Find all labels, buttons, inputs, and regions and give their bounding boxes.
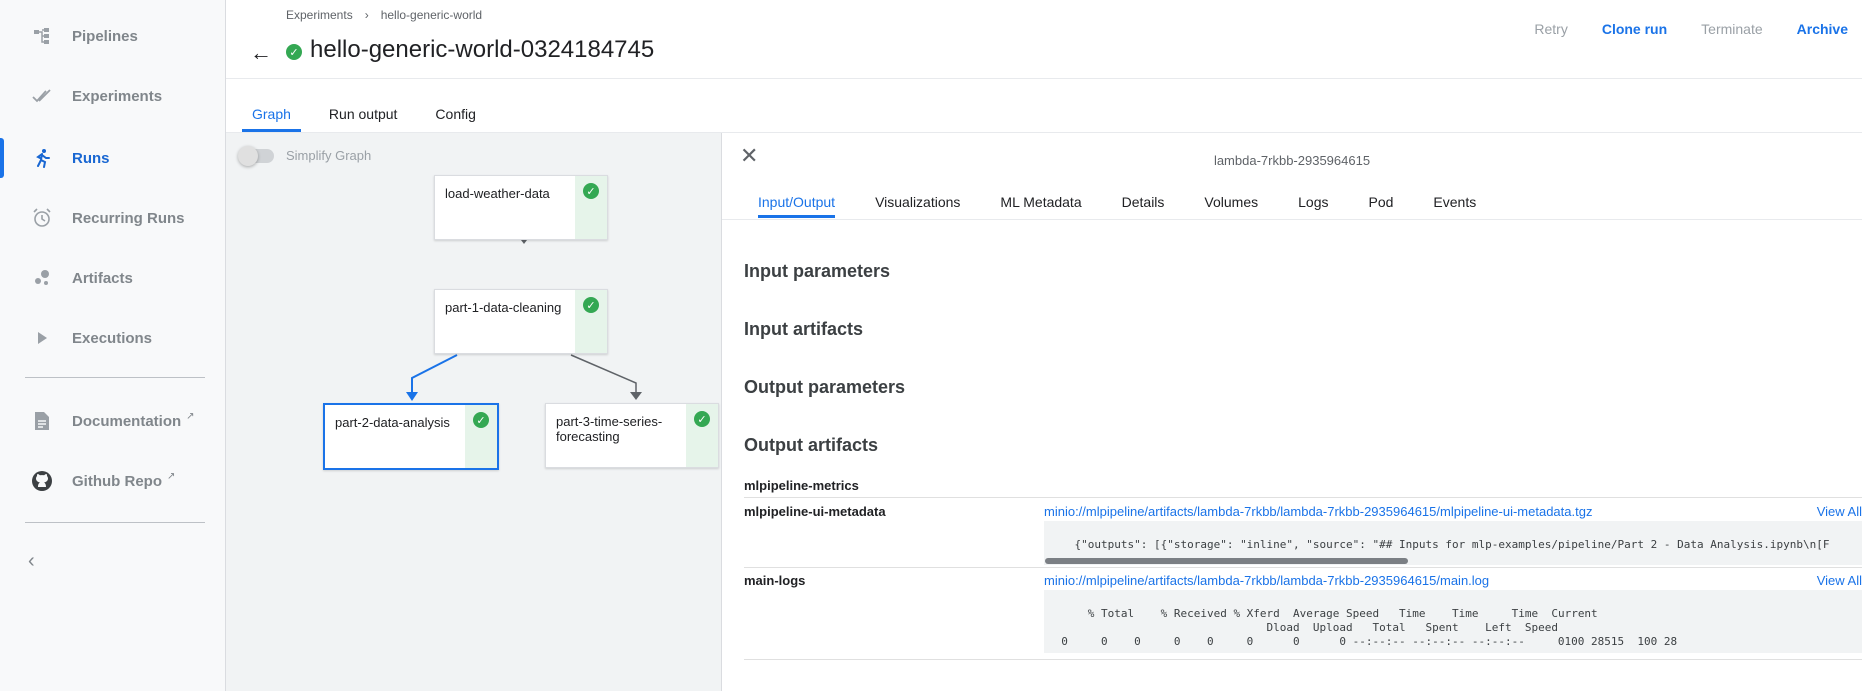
- breadcrumb-separator: ›: [364, 8, 369, 22]
- breadcrumb-experiments[interactable]: Experiments: [286, 8, 353, 22]
- clone-run-button[interactable]: Clone run: [1602, 21, 1667, 37]
- section-output-artifacts: Output artifacts: [744, 435, 879, 455]
- header-divider: [226, 78, 1862, 79]
- tab-events[interactable]: Events: [1433, 194, 1476, 218]
- tab-input-output[interactable]: Input/Output: [758, 194, 836, 218]
- tab-visualizations[interactable]: Visualizations: [875, 194, 960, 218]
- sidebar-divider: [25, 522, 205, 523]
- archive-button[interactable]: Archive: [1797, 21, 1848, 37]
- artifact-name: mlpipeline-ui-metadata: [744, 504, 886, 519]
- node-label: load-weather-data: [445, 186, 550, 201]
- collapse-sidebar-icon[interactable]: ‹: [28, 550, 35, 573]
- retry-button[interactable]: Retry: [1534, 21, 1567, 37]
- artifact-name: mlpipeline-metrics: [744, 478, 859, 493]
- view-all-link[interactable]: View All: [1817, 504, 1862, 519]
- artifact-preview: % Total % Received % Xferd Average Speed…: [1044, 590, 1862, 653]
- success-check-icon: ✓: [473, 412, 489, 428]
- graph-canvas[interactable]: Simplify Graph load-weather-data ✓ part-…: [226, 133, 721, 691]
- sidebar-item-label: Artifacts: [72, 269, 133, 287]
- tab-logs[interactable]: Logs: [1298, 194, 1328, 218]
- tab-details[interactable]: Details: [1122, 194, 1165, 218]
- runs-icon: [30, 146, 54, 170]
- sidebar-item-artifacts[interactable]: Artifacts: [0, 254, 225, 302]
- row-divider: [744, 567, 1862, 568]
- artifact-name: main-logs: [744, 573, 806, 588]
- graph-node-load-weather-data[interactable]: load-weather-data ✓: [434, 175, 608, 240]
- node-label: part-2-data-analysis: [335, 415, 450, 430]
- section-output-parameters: Output parameters: [744, 377, 906, 397]
- tab-pod[interactable]: Pod: [1368, 194, 1393, 218]
- node-status: ✓: [575, 290, 607, 353]
- run-tabs: Graph Run output Config: [242, 106, 476, 132]
- tab-ml-metadata[interactable]: ML Metadata: [1000, 194, 1081, 218]
- node-label: part-3-time-series-forecasting: [556, 414, 663, 444]
- success-check-icon: ✓: [583, 183, 599, 199]
- back-arrow-icon[interactable]: ←: [250, 40, 272, 66]
- node-details-panel: ✕ lambda-7rkbb-2935964615 Input/Output V…: [721, 133, 1862, 691]
- sidebar-item-label: Experiments: [72, 87, 163, 105]
- sidebar: Pipelines Experiments Runs Recurring Run…: [0, 0, 226, 691]
- sidebar-item-pipelines[interactable]: Pipelines: [0, 12, 225, 60]
- row-divider: [744, 497, 1862, 498]
- tab-graph[interactable]: Graph: [242, 106, 301, 132]
- sidebar-item-label: Github Repo: [72, 472, 162, 490]
- panel-tabs: Input/Output Visualizations ML Metadata …: [758, 194, 1476, 218]
- external-link-icon: ↗: [167, 470, 176, 482]
- node-status: ✓: [686, 404, 718, 467]
- view-all-link[interactable]: View All: [1817, 573, 1862, 588]
- success-check-icon: ✓: [694, 411, 710, 427]
- section-input-parameters: Input parameters: [744, 261, 891, 281]
- sidebar-link-github[interactable]: Github Repo ↗: [0, 457, 225, 505]
- horizontal-scrollbar[interactable]: [1045, 558, 1408, 564]
- sidebar-divider: [25, 377, 205, 378]
- sidebar-item-label: Pipelines: [72, 27, 138, 45]
- edge-part1-to-part2: [411, 354, 458, 395]
- breadcrumb: Experiments › hello-generic-world: [286, 8, 482, 22]
- alarm-icon: [30, 206, 54, 230]
- success-check-icon: ✓: [583, 297, 599, 313]
- graph-node-part-2-data-analysis[interactable]: part-2-data-analysis ✓: [323, 403, 499, 470]
- tab-run-output[interactable]: Run output: [329, 106, 398, 132]
- page-title: hello-generic-world-0324184745: [310, 36, 655, 63]
- document-icon: [30, 409, 54, 433]
- artifact-preview-text: % Total % Received % Xferd Average Speed…: [1048, 607, 1678, 653]
- play-icon: [30, 326, 54, 350]
- sidebar-item-experiments[interactable]: Experiments: [0, 72, 225, 120]
- experiments-icon: [30, 84, 54, 108]
- artifact-link[interactable]: minio://mlpipeline/artifacts/lambda-7rkb…: [1044, 573, 1489, 588]
- panel-tabs-divider: [722, 219, 1862, 220]
- edge-arrowhead: [406, 392, 418, 401]
- sidebar-item-label: Runs: [72, 149, 110, 167]
- sidebar-item-recurring-runs[interactable]: Recurring Runs: [0, 194, 225, 242]
- sidebar-item-runs[interactable]: Runs: [0, 134, 225, 182]
- edge-arrowhead: [630, 392, 642, 400]
- artifacts-icon: [30, 266, 54, 290]
- graph-node-part-3-time-series-forecasting[interactable]: part-3-time-series-forecasting ✓: [545, 403, 719, 468]
- tab-config[interactable]: Config: [435, 106, 475, 132]
- artifact-preview: {"outputs": [{"storage": "inline", "sour…: [1044, 521, 1862, 565]
- terminate-button[interactable]: Terminate: [1701, 21, 1762, 37]
- toolbar-actions: Retry Clone run Terminate Archive: [1534, 21, 1848, 37]
- edge-part1-to-part3: [570, 354, 637, 395]
- sidebar-item-executions[interactable]: Executions: [0, 314, 225, 362]
- external-link-icon: ↗: [186, 410, 195, 422]
- artifact-link[interactable]: minio://mlpipeline/artifacts/lambda-7rkb…: [1044, 504, 1592, 519]
- success-check-icon: ✓: [286, 44, 302, 60]
- tab-volumes[interactable]: Volumes: [1204, 194, 1258, 218]
- github-icon: [30, 469, 54, 493]
- node-status: ✓: [465, 405, 497, 468]
- row-divider: [744, 659, 1862, 660]
- sidebar-link-documentation[interactable]: Documentation ↗: [0, 397, 225, 445]
- pod-name: lambda-7rkbb-2935964615: [1213, 153, 1371, 168]
- node-status: ✓: [575, 176, 607, 239]
- graph-node-part-1-data-cleaning[interactable]: part-1-data-cleaning ✓: [434, 289, 608, 354]
- section-input-artifacts: Input artifacts: [744, 319, 864, 339]
- pipelines-icon: [30, 24, 54, 48]
- sidebar-item-label: Recurring Runs: [72, 209, 185, 227]
- node-label: part-1-data-cleaning: [445, 300, 562, 315]
- page-title-group: ✓ hello-generic-world-0324184745: [286, 36, 654, 64]
- sidebar-item-label: Documentation: [72, 412, 182, 430]
- breadcrumb-experiment-name[interactable]: hello-generic-world: [381, 8, 482, 22]
- sidebar-item-label: Executions: [72, 329, 153, 347]
